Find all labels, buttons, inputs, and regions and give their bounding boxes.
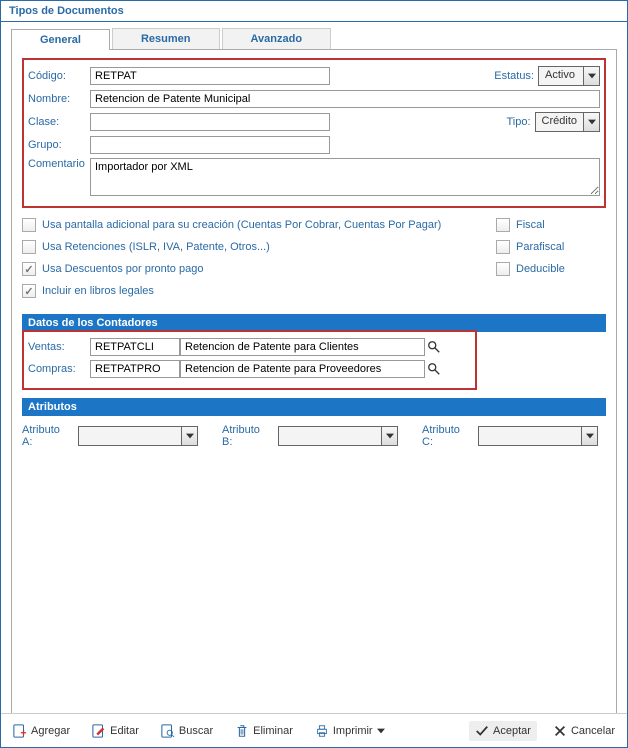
search-icon[interactable] — [427, 340, 441, 354]
comentario-label: Comentario — [28, 158, 90, 170]
cancelar-button[interactable]: Cancelar — [547, 721, 621, 741]
grupo-input[interactable] — [90, 136, 330, 154]
tab-avanzado[interactable]: Avanzado — [222, 28, 332, 49]
nombre-input[interactable] — [90, 90, 600, 108]
eliminar-button[interactable]: Eliminar — [229, 721, 299, 741]
agregar-button[interactable]: Agregar — [7, 721, 76, 741]
check-libros-legales-label: Incluir en libros legales — [42, 285, 154, 297]
aceptar-button[interactable]: Aceptar — [469, 721, 537, 741]
check-fiscal[interactable] — [496, 218, 510, 232]
chevron-down-icon[interactable] — [181, 427, 197, 445]
agregar-label: Agregar — [31, 725, 70, 737]
check-icon — [475, 724, 489, 738]
buscar-label: Buscar — [179, 725, 213, 737]
contadores-group: Ventas: Compras: — [22, 330, 477, 390]
edit-icon — [92, 724, 106, 738]
atributo-b-value — [279, 427, 381, 445]
compras-code-input[interactable] — [90, 360, 180, 378]
check-retenciones-label: Usa Retenciones (ISLR, IVA, Patente, Otr… — [42, 241, 270, 253]
check-descuentos-label: Usa Descuentos por pronto pago — [42, 263, 203, 275]
search-icon — [161, 724, 175, 738]
ventas-desc-input[interactable] — [180, 338, 425, 356]
panel-title: Tipos de Documentos — [1, 1, 627, 22]
tab-general[interactable]: General — [11, 29, 110, 50]
atributo-c-select[interactable] — [478, 426, 598, 446]
atributo-c-label: Atributo C: — [422, 424, 468, 448]
compras-label: Compras: — [28, 363, 90, 375]
comentario-input[interactable]: Importador por XML — [90, 158, 600, 196]
toolbar: Agregar Editar Buscar Eliminar Imprimir … — [1, 713, 627, 747]
atributo-b-select[interactable] — [278, 426, 398, 446]
aceptar-label: Aceptar — [493, 725, 531, 737]
tab-bar: General Resumen Avanzado — [11, 28, 617, 50]
general-fields-group: Código: Estatus: Activo Nombre: Clase: T… — [22, 58, 606, 208]
atributo-c-value — [479, 427, 581, 445]
check-pantalla-adicional-label: Usa pantalla adicional para su creación … — [42, 219, 441, 231]
check-retenciones[interactable] — [22, 240, 36, 254]
buscar-button[interactable]: Buscar — [155, 721, 219, 741]
check-fiscal-label: Fiscal — [516, 219, 545, 231]
estatus-label: Estatus: — [494, 70, 534, 82]
close-icon — [553, 724, 567, 738]
ventas-code-input[interactable] — [90, 338, 180, 356]
print-icon — [315, 724, 329, 738]
tipo-label: Tipo: — [506, 116, 530, 128]
editar-button[interactable]: Editar — [86, 721, 145, 741]
nombre-label: Nombre: — [28, 93, 90, 105]
chevron-down-icon[interactable] — [381, 427, 397, 445]
atributos-group: Atributo A: Atributo B: Atributo C: — [22, 424, 606, 448]
check-parafiscal[interactable] — [496, 240, 510, 254]
tab-panel-general: Código: Estatus: Activo Nombre: Clase: T… — [11, 50, 617, 736]
ventas-label: Ventas: — [28, 341, 90, 353]
atributo-a-label: Atributo A: — [22, 424, 68, 448]
tab-resumen[interactable]: Resumen — [112, 28, 220, 49]
check-pantalla-adicional[interactable] — [22, 218, 36, 232]
compras-desc-input[interactable] — [180, 360, 425, 378]
imprimir-label: Imprimir — [333, 725, 373, 737]
clase-label: Clase: — [28, 116, 90, 128]
tipo-select[interactable]: Crédito — [535, 112, 600, 132]
codigo-label: Código: — [28, 70, 90, 82]
clase-input[interactable] — [90, 113, 330, 131]
codigo-input[interactable] — [90, 67, 330, 85]
search-icon[interactable] — [427, 362, 441, 376]
chevron-down-icon[interactable] — [583, 67, 599, 85]
trash-icon — [235, 724, 249, 738]
grupo-label: Grupo: — [28, 139, 90, 151]
section-atributos-header: Atributos — [22, 398, 606, 416]
check-descuentos[interactable] — [22, 262, 36, 276]
editar-label: Editar — [110, 725, 139, 737]
atributo-a-value — [79, 427, 181, 445]
estatus-value: Activo — [539, 67, 583, 85]
tipo-value: Crédito — [536, 113, 583, 131]
estatus-select[interactable]: Activo — [538, 66, 600, 86]
check-parafiscal-label: Parafiscal — [516, 241, 564, 253]
check-libros-legales[interactable] — [22, 284, 36, 298]
imprimir-button[interactable]: Imprimir — [309, 721, 391, 741]
chevron-down-icon[interactable] — [581, 427, 597, 445]
cancelar-label: Cancelar — [571, 725, 615, 737]
checkbox-group: Usa pantalla adicional para su creación … — [22, 218, 606, 306]
check-deducible[interactable] — [496, 262, 510, 276]
chevron-down-icon — [377, 728, 385, 734]
atributo-a-select[interactable] — [78, 426, 198, 446]
add-icon — [13, 724, 27, 738]
eliminar-label: Eliminar — [253, 725, 293, 737]
chevron-down-icon[interactable] — [583, 113, 599, 131]
check-deducible-label: Deducible — [516, 263, 565, 275]
atributo-b-label: Atributo B: — [222, 424, 268, 448]
